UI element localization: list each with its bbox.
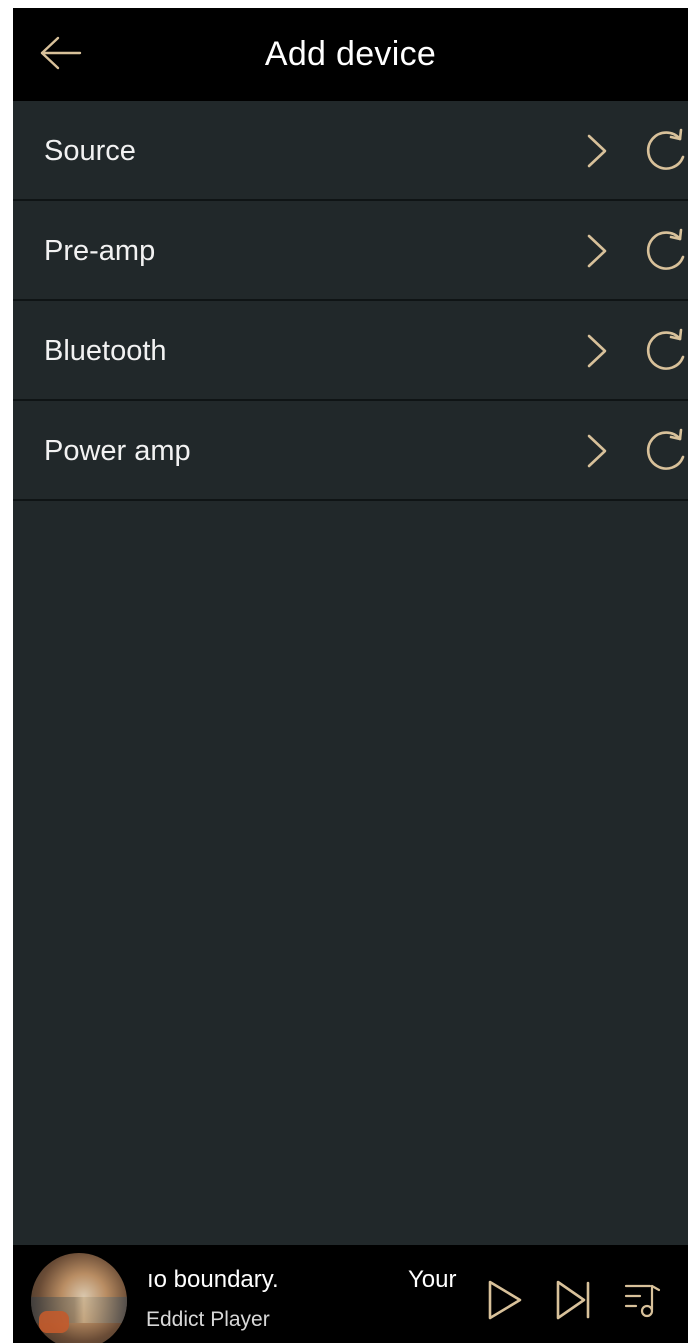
device-row-bluetooth[interactable]: Bluetooth — [13, 301, 688, 401]
device-row-label: Power amp — [44, 435, 191, 467]
refresh-icon[interactable] — [643, 127, 688, 173]
device-row-pre-amp[interactable]: Pre-amp — [13, 201, 688, 301]
page-title: Add device — [264, 35, 437, 73]
playlist-icon — [624, 1284, 661, 1318]
skip-next-icon — [556, 1280, 590, 1320]
chevron-right-icon[interactable] — [583, 333, 611, 369]
device-row-label: Bluetooth — [44, 335, 167, 367]
refresh-icon[interactable] — [643, 427, 688, 473]
next-track-button[interactable] — [553, 1278, 597, 1322]
album-art[interactable] — [31, 1253, 127, 1343]
chevron-right-icon[interactable] — [583, 233, 611, 269]
device-row-power-amp[interactable]: Power amp — [13, 401, 688, 501]
mini-player[interactable]: ıo boundary. Your Eddict Player — [13, 1245, 688, 1343]
play-icon — [488, 1280, 522, 1320]
playlist-button[interactable] — [622, 1278, 664, 1322]
play-button[interactable] — [485, 1278, 525, 1322]
album-art-detail — [39, 1311, 69, 1333]
add-device-screen: Add device Source Pre-amp Bluetooth Powe… — [13, 8, 688, 1343]
chevron-right-icon[interactable] — [583, 133, 611, 169]
refresh-icon[interactable] — [643, 327, 688, 373]
track-title-marquee: Your — [408, 1266, 457, 1293]
chevron-right-icon[interactable] — [583, 433, 611, 469]
device-row-label: Source — [44, 135, 136, 167]
refresh-icon[interactable] — [643, 227, 688, 273]
device-row-label: Pre-amp — [44, 235, 156, 267]
track-artist: Eddict Player — [146, 1308, 270, 1331]
app-header: Add device — [13, 8, 688, 101]
device-row-source[interactable]: Source — [13, 101, 688, 201]
device-category-list: Source Pre-amp Bluetooth Power amp — [13, 101, 688, 501]
